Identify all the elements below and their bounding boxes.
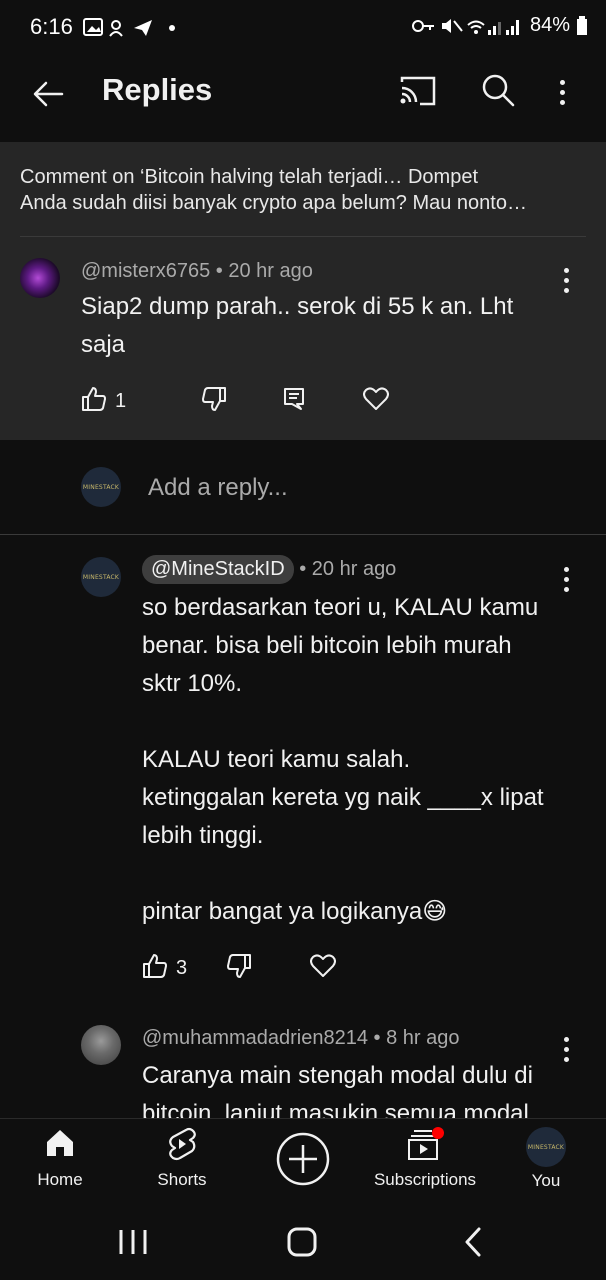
cast-icon[interactable] — [398, 74, 438, 115]
add-reply-row[interactable]: MINESTACK Add a reply... — [0, 440, 606, 534]
nav-home[interactable]: Home — [30, 1127, 90, 1190]
comment-author[interactable]: @misterx6765 — [81, 260, 210, 282]
reply-text: so berdasarkan teori u, KALAU kamu benar… — [142, 594, 544, 925]
bottom-nav: Home Shorts Subscriptions MINESTACK You — [0, 1118, 606, 1207]
home-button-icon[interactable] — [286, 1226, 318, 1263]
nav-shorts[interactable]: Shorts — [148, 1127, 216, 1190]
video-context[interactable]: Comment on ‘Bitcoin halving telah terjad… — [20, 164, 586, 216]
comment-time: 20 hr ago — [228, 260, 313, 282]
like-count: 3 — [176, 957, 188, 979]
comment-meta: @misterx6765 • 20 hr ago — [81, 260, 313, 282]
reply-time: 8 hr ago — [386, 1027, 460, 1049]
plus-icon — [276, 1132, 330, 1186]
battery-level: 84% — [529, 14, 570, 36]
back-arrow-icon[interactable] — [28, 74, 68, 114]
system-navigation — [0, 1206, 606, 1280]
like-icon[interactable] — [81, 386, 107, 417]
comment-actions: 1 — [81, 386, 389, 417]
add-reply-input[interactable]: Add a reply... — [148, 474, 288, 502]
status-time: 6:16 — [30, 14, 73, 39]
creator-badge[interactable]: @MineStackID — [142, 555, 294, 584]
dislike-icon[interactable] — [201, 386, 227, 417]
reply-avatar[interactable] — [81, 1025, 121, 1065]
reply-avatar[interactable]: MINESTACK — [81, 557, 121, 597]
shorts-icon — [169, 1127, 196, 1161]
like-icon[interactable] — [142, 953, 168, 984]
status-right: 84% — [411, 14, 588, 37]
notification-dot — [432, 1127, 444, 1139]
nav-you[interactable]: MINESTACK You — [522, 1127, 570, 1191]
dislike-icon[interactable] — [226, 953, 252, 984]
avatar[interactable] — [20, 258, 60, 298]
reply-item: MINESTACK @MineStackID • 20 hr ago so be… — [0, 535, 606, 1015]
home-icon — [47, 1130, 73, 1156]
nav-subscriptions[interactable]: Subscriptions — [370, 1127, 480, 1190]
divider — [20, 236, 586, 237]
user-avatar: MINESTACK — [81, 467, 121, 507]
reply-actions: 3 — [142, 953, 336, 984]
create-button[interactable] — [274, 1131, 332, 1192]
comment-text: Siap2 dump parah.. serok di 55 k an. Lht… — [81, 293, 514, 358]
top-app-bar: Replies — [0, 56, 606, 142]
back-button-icon[interactable] — [462, 1226, 484, 1263]
reply-meta: @muhammadadrien8214 • 8 hr ago — [142, 1027, 460, 1049]
notification-icons — [82, 16, 192, 45]
reply-time: 20 hr ago — [311, 558, 397, 580]
heart-icon[interactable] — [363, 387, 389, 416]
heart-icon[interactable] — [310, 954, 336, 983]
like-count: 1 — [115, 390, 127, 412]
reply-item: @muhammadadrien8214 • 8 hr ago Caranya m… — [0, 1015, 606, 1118]
system-status-icons — [411, 18, 519, 35]
status-bar: 6:16 84% — [0, 0, 606, 56]
page-title: Replies — [102, 72, 213, 107]
recents-icon[interactable] — [118, 1228, 148, 1261]
reply-icon[interactable] — [283, 387, 305, 416]
reply-meta: @MineStackID • 20 hr ago — [142, 555, 396, 584]
original-comment-card: Comment on ‘Bitcoin halving telah terjad… — [0, 142, 606, 440]
you-avatar: MINESTACK — [526, 1127, 566, 1167]
reply-text: Caranya main stengah modal dulu di bitco… — [142, 1062, 533, 1118]
search-icon[interactable] — [480, 72, 516, 113]
reply-author[interactable]: @muhammadadrien8214 — [142, 1027, 368, 1049]
battery-icon — [577, 15, 587, 35]
subscriptions-icon — [408, 1127, 444, 1160]
more-options-icon[interactable] — [558, 74, 566, 110]
